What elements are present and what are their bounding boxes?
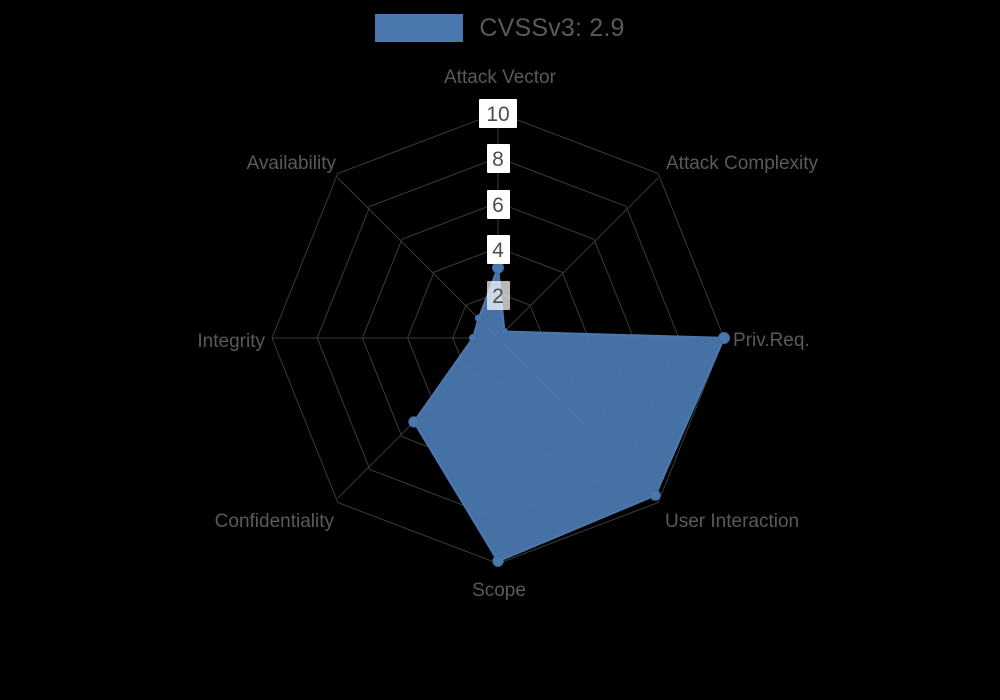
chart-canvas: CVSSv3: 2.9 10 8 6 4 2 Attack Vector Att… [0,0,1000,700]
point-scope [492,555,504,567]
axis-label-attack-complexity: Attack Complexity [666,153,819,174]
tick-label-6: 6 [492,194,504,217]
point-user-interaction [649,489,661,501]
axis-label-scope: Scope [472,580,526,601]
tick-label-4: 4 [492,239,504,262]
point-priv-req [718,332,730,344]
axis-label-confidentiality: Confidentiality [215,511,335,532]
axis-label-priv-req: Priv.Req. [733,330,810,351]
point-availability [474,314,483,323]
tick-label-2: 2 [492,285,504,308]
point-integrity [468,333,478,343]
axis-label-attack-vector: Attack Vector [444,67,557,88]
tick-label-8: 8 [492,148,504,171]
axis-label-availability: Availability [247,153,337,174]
axis-label-integrity: Integrity [197,331,265,352]
tick-label-10: 10 [486,103,509,126]
point-attack-complexity [500,327,509,336]
spoke-availability [337,177,499,339]
point-confidentiality [408,416,420,428]
spoke-attack-complexity [497,177,659,339]
radar-chart: 10 8 6 4 2 Attack Vector Attack Complexi… [197,67,819,601]
axis-label-user-interaction: User Interaction [665,511,799,532]
